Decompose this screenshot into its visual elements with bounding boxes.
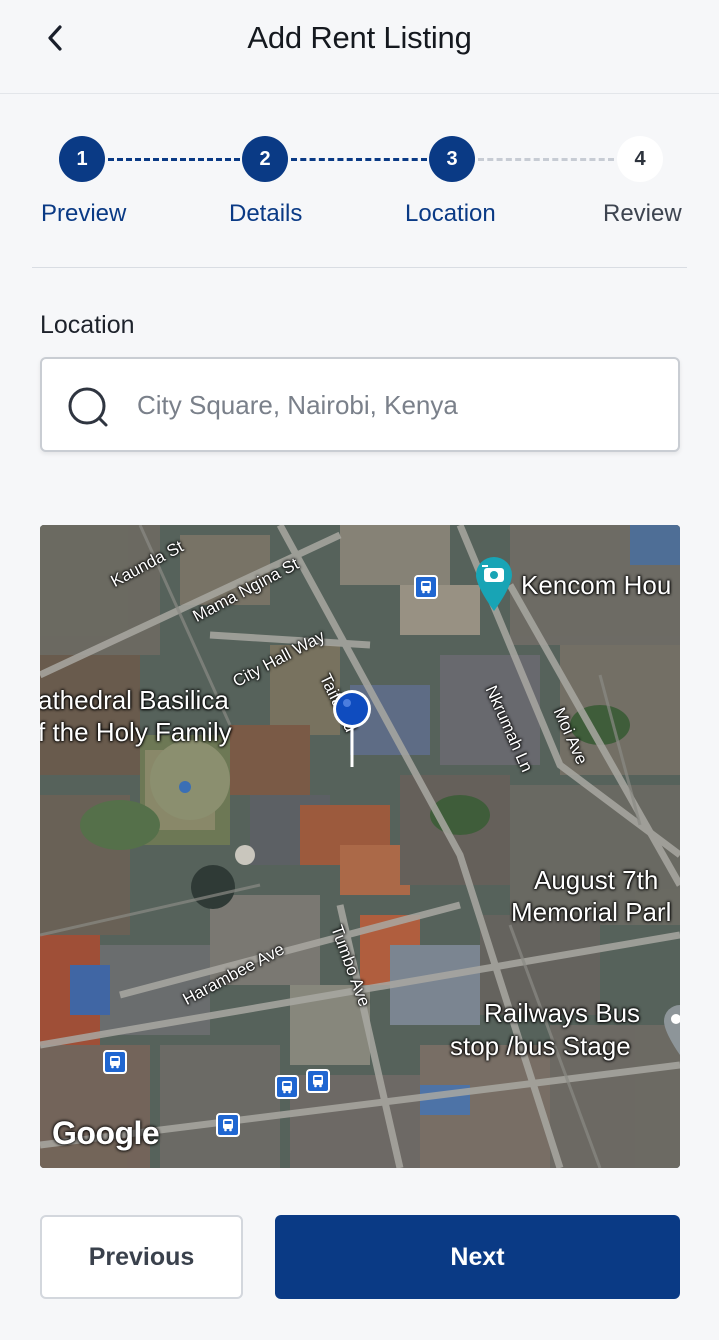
bus-stop-icon[interactable] <box>306 1069 330 1093</box>
step-1-indicator[interactable]: 1 <box>59 136 105 182</box>
poi-label-cathedral-line2: f the Holy Family <box>40 717 232 747</box>
progress-stepper: 1 2 3 4 Preview Details Location Review <box>0 130 719 240</box>
poi-label-railways-line2: stop /bus Stage <box>450 1031 631 1061</box>
step-connector-2-3 <box>291 158 427 161</box>
step-2-indicator[interactable]: 2 <box>242 136 288 182</box>
location-search-box[interactable] <box>40 357 680 452</box>
bus-stop-icon[interactable] <box>275 1075 299 1099</box>
step-connector-3-4 <box>478 158 614 161</box>
step-4-indicator[interactable]: 4 <box>617 136 663 182</box>
location-pin-icon[interactable] <box>330 689 374 769</box>
satellite-map-imagery <box>40 525 680 1168</box>
poi-label-cathedral-line1: athedral Basilica <box>40 685 229 715</box>
app-header: Add Rent Listing <box>0 0 719 94</box>
location-label: Location <box>40 311 135 339</box>
page-title: Add Rent Listing <box>247 20 472 55</box>
stepper-divider <box>32 267 687 268</box>
bus-stop-icon[interactable] <box>216 1113 240 1137</box>
google-logo: Google <box>52 1115 160 1151</box>
poi-label-railways-line1: Railways Bus <box>484 998 641 1028</box>
search-icon <box>68 387 108 427</box>
location-search-input[interactable] <box>137 379 657 431</box>
step-2-label[interactable]: Details <box>229 200 302 228</box>
next-button[interactable]: Next <box>275 1215 680 1299</box>
location-map[interactable]: Kaunda St Mama Ngina St City Hall Way Ta… <box>40 525 680 1168</box>
bus-stop-icon[interactable] <box>414 575 438 599</box>
poi-label-august-7th-line2: Memorial Parl <box>511 897 672 927</box>
bus-stop-icon[interactable] <box>103 1050 127 1074</box>
previous-button[interactable]: Previous <box>40 1215 243 1299</box>
step-1-label[interactable]: Preview <box>41 200 126 228</box>
step-4-label[interactable]: Review <box>603 200 682 228</box>
step-connector-1-2 <box>108 158 240 161</box>
camera-marker-icon[interactable] <box>472 553 516 613</box>
place-marker-icon[interactable] <box>662 997 680 1057</box>
poi-label-kencom: Kencom Hou <box>521 570 672 600</box>
poi-label-august-7th-line1: August 7th <box>534 865 659 895</box>
step-3-indicator[interactable]: 3 <box>429 136 475 182</box>
step-3-label[interactable]: Location <box>405 200 496 228</box>
